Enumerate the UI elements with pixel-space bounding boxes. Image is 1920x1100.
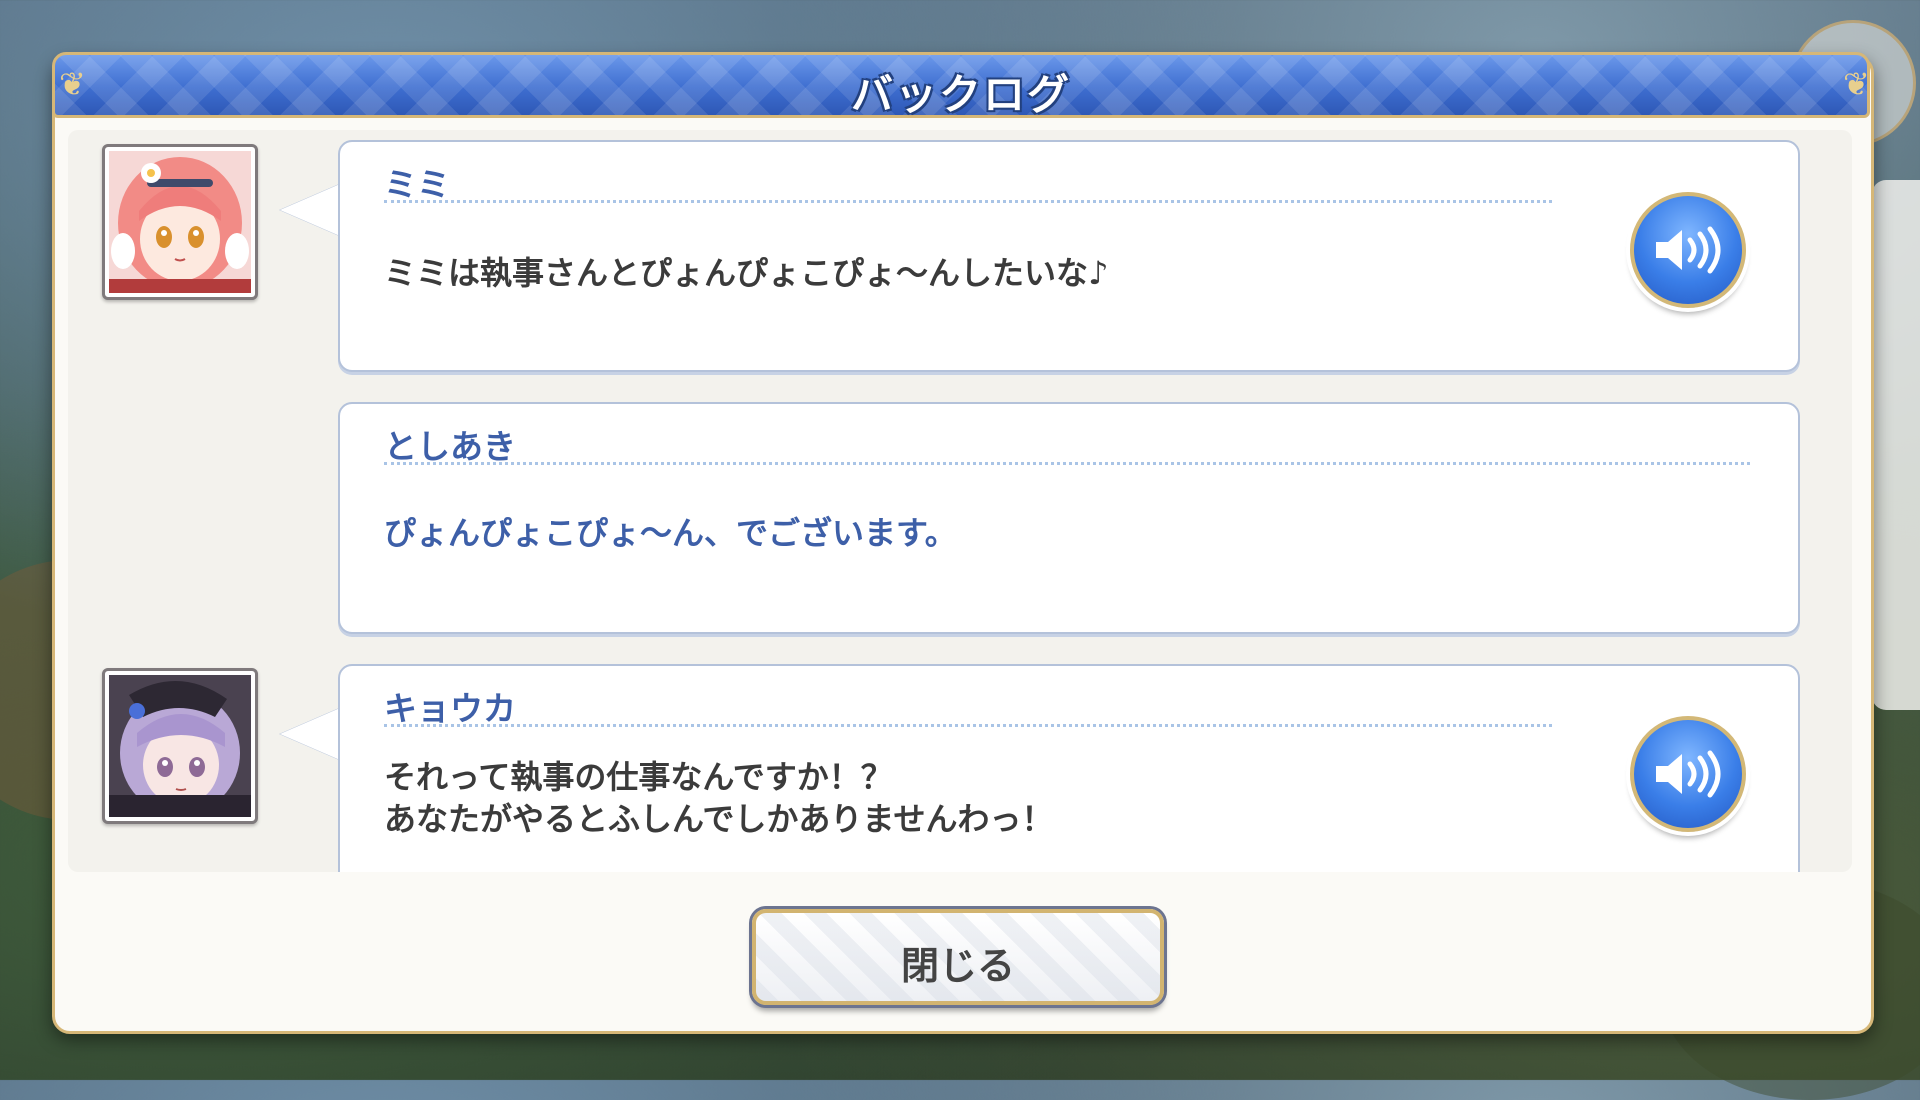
mimi-face-icon [109, 151, 251, 293]
voice-replay-button[interactable] [1630, 192, 1746, 308]
close-button-label: 閉じる [900, 944, 1015, 988]
backlog-list[interactable]: ミミ ミミは執事さんとぴょんぴょこぴょ〜んしたいな♪ としあき ぴょんぴょこぴょ… [68, 130, 1852, 872]
dialogue-text: ぴょんぴょこぴょ〜ん、でございます。 [384, 514, 957, 552]
speech-bubble-tail [280, 708, 340, 760]
dialogue-text: あなたがやるとふしんでしかありませんわっ！ [384, 800, 1054, 838]
voice-replay-button[interactable] [1630, 716, 1746, 832]
character-portrait-mimi [102, 144, 258, 300]
dialogue-text: ミミは執事さんとぴょんぴょこぴょ〜んしたいな♪ [384, 254, 1109, 292]
close-button[interactable]: 閉じる [752, 909, 1164, 1005]
dialog-title: バックログ [850, 70, 1071, 119]
speaker-name: キョウカ [384, 689, 516, 728]
speaker-name: としあき [384, 427, 516, 466]
speaker-name: ミミ [384, 165, 450, 204]
kyouka-face-icon [109, 675, 251, 817]
speaker-icon [1656, 226, 1721, 274]
dialogue-bubble: としあき ぴょんぴょこぴょ〜ん、でございます。 [338, 402, 1800, 634]
character-portrait-kyouka [102, 668, 258, 824]
dialogue-bubble: キョウカ それって執事の仕事なんですか！？ あなたがやるとふしんでしかありません… [338, 664, 1800, 872]
name-divider [384, 462, 1750, 465]
dialogue-text: それって執事の仕事なんですか！？ [384, 758, 893, 796]
name-divider [384, 724, 1552, 727]
dialog-header: ❦ ❦ バックログ [52, 52, 1870, 119]
background-side-panel [1872, 180, 1920, 710]
dialogue-bubble: ミミ ミミは執事さんとぴょんぴょこぴょ〜んしたいな♪ [338, 140, 1800, 372]
speech-bubble-tail [280, 184, 340, 236]
name-divider [384, 200, 1552, 203]
speaker-icon [1656, 750, 1721, 798]
